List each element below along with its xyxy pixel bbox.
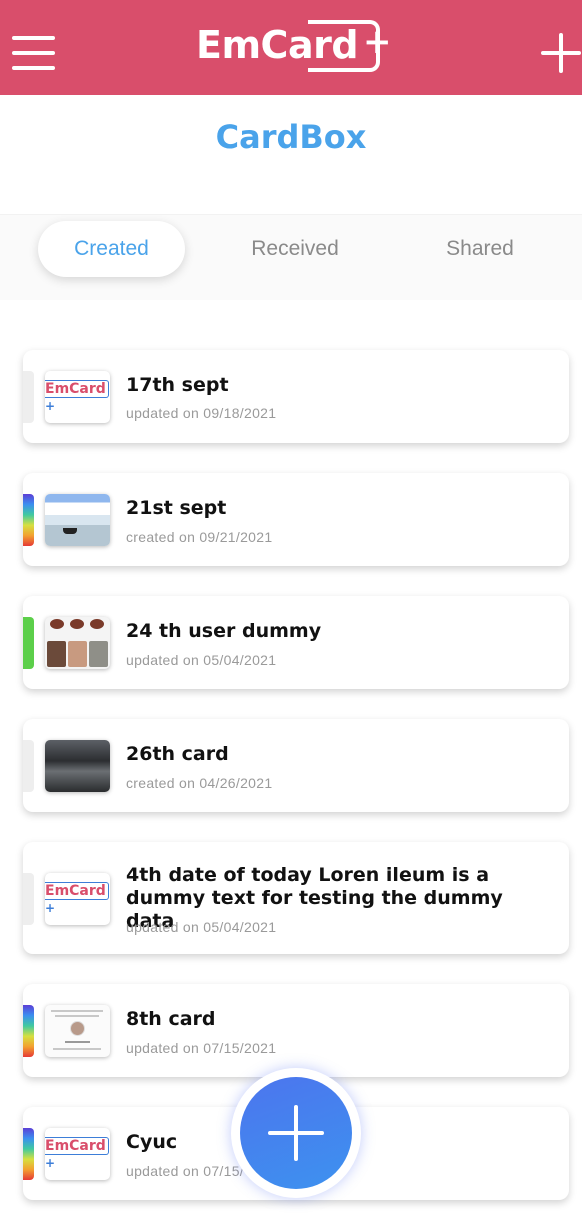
emcard-logo-icon: EmCard+: [45, 882, 110, 916]
app-logo-plus: +: [363, 22, 392, 62]
avatar: [70, 1021, 85, 1036]
card-item[interactable]: 8th card updated on 07/15/2021: [23, 984, 569, 1077]
card-thumbnail: [45, 617, 110, 669]
emcard-logo-icon: EmCard+: [45, 1137, 110, 1171]
card-color-stripe: [23, 617, 34, 669]
card-thumbnail: [45, 740, 110, 792]
card-item[interactable]: 21st sept created on 09/21/2021: [23, 473, 569, 566]
card-item[interactable]: EmCard+ 17th sept updated on 09/18/2021: [23, 350, 569, 443]
app-logo: EmCard +: [196, 20, 392, 76]
card-date: updated on 07/15/2021: [126, 1040, 277, 1056]
top-bar: EmCard +: [0, 0, 582, 95]
card-date: updated on 05/04/2021: [126, 652, 277, 668]
card-title: 8th card: [126, 1008, 216, 1030]
card-color-stripe: [23, 494, 34, 546]
hamburger-menu-icon[interactable]: [12, 33, 55, 71]
card-item[interactable]: EmCard+ 4th date of today Loren ileum is…: [23, 842, 569, 954]
tab-created[interactable]: Created: [38, 221, 185, 277]
card-thumbnail: [45, 494, 110, 546]
card-color-stripe: [23, 873, 34, 925]
add-card-fab-plus-icon[interactable]: [240, 1077, 352, 1189]
page-title: CardBox: [215, 118, 367, 156]
card-date: created on 09/21/2021: [126, 529, 273, 545]
card-item[interactable]: 24 th user dummy updated on 05/04/2021: [23, 596, 569, 689]
card-title: 17th sept: [126, 374, 229, 396]
card-item[interactable]: 26th card created on 04/26/2021: [23, 719, 569, 812]
emcard-logo-icon: EmCard+: [45, 380, 110, 414]
card-thumbnail: EmCard+: [45, 873, 110, 925]
add-icon[interactable]: [541, 33, 581, 73]
card-thumbnail: EmCard+: [45, 371, 110, 423]
card-date: updated on 05/04/2021: [126, 919, 277, 935]
tab-shared[interactable]: Shared: [410, 221, 550, 277]
card-title: 24 th user dummy: [126, 620, 322, 642]
card-date: updated on 09/18/2021: [126, 405, 277, 421]
app-logo-text: EmCard: [196, 23, 359, 67]
card-color-stripe: [23, 1128, 34, 1180]
card-thumbnail: [45, 1005, 110, 1057]
tab-received[interactable]: Received: [220, 221, 370, 277]
app-screen: EmCard + CardBox Created Received Shared…: [0, 0, 582, 1220]
card-color-stripe: [23, 1005, 34, 1057]
card-color-stripe: [23, 371, 34, 423]
card-color-stripe: [23, 740, 34, 792]
card-date: created on 04/26/2021: [126, 775, 273, 791]
boat-image: [63, 528, 77, 534]
card-title: 26th card: [126, 743, 229, 765]
tab-bar: Created Received Shared: [0, 214, 582, 300]
card-thumbnail: EmCard+: [45, 1128, 110, 1180]
card-date: updated on 07/15/: [126, 1163, 244, 1179]
card-title: 21st sept: [126, 497, 227, 519]
